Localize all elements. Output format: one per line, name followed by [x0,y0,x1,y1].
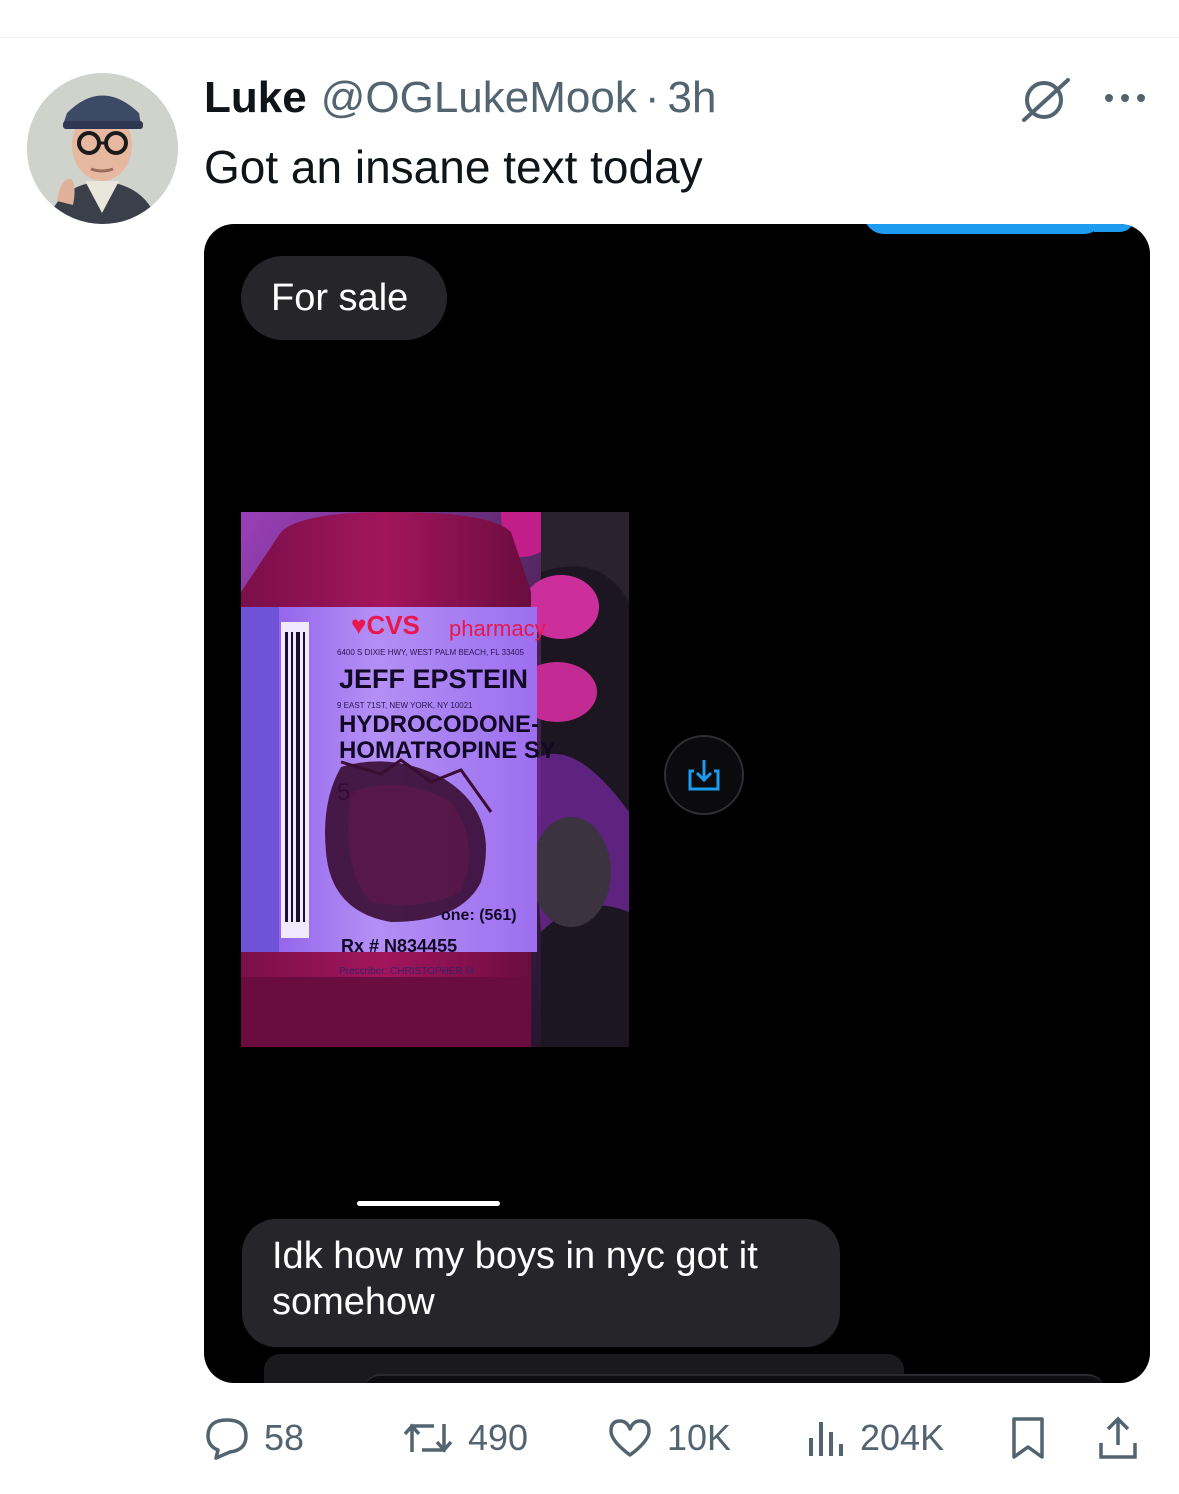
svg-text:Prescriber: CHRISTOPHER M: Prescriber: CHRISTOPHER M [339,966,474,977]
share-icon [1099,1416,1137,1459]
author-handle[interactable]: @OGLukeMook [321,73,637,123]
grok-icon[interactable] [1018,76,1074,122]
bookmark-button[interactable] [1008,1410,1048,1466]
author-avatar[interactable] [27,73,178,224]
message-bubble-idk: Idk how my boys in nyc got it somehow [242,1219,840,1347]
reply-icon [206,1418,248,1460]
views-button[interactable]: 204K [806,1410,944,1466]
share-button[interactable] [1096,1410,1140,1466]
like-count: 10K [667,1417,732,1458]
save-to-device-icon [688,760,720,791]
svg-text:Rx # N834455: Rx # N834455 [341,936,457,956]
svg-text:one: (561): one: (561) [441,907,517,924]
svg-text:pharmacy: pharmacy [449,616,546,641]
attached-photo-bottle: ♥CVS pharmacy 6400 S DIXIE HWY, WEST PAL… [241,512,629,1047]
views-count: 204K [860,1417,945,1458]
like-icon [609,1419,651,1457]
svg-text:JEFF EPSTEIN: JEFF EPSTEIN [339,664,528,694]
repost-button[interactable]: 490 [402,1410,528,1466]
reply-button[interactable]: 58 [204,1410,304,1466]
svg-text:9 EAST 71ST, NEW YORK, NY 1002: 9 EAST 71ST, NEW YORK, NY 10021 [337,701,473,710]
more-icon[interactable] [1102,88,1148,108]
tweet-media[interactable]: For sale ♥CVS pharmacy 6400 S DIXIE HWY,… [204,224,1150,1383]
save-to-device-button[interactable] [664,735,744,815]
svg-text:HYDROCODONE-: HYDROCODONE- [339,711,539,738]
like-button[interactable]: 10K [607,1410,731,1466]
svg-text:♥CVS: ♥CVS [351,610,420,640]
views-icon [809,1422,843,1456]
message-bubble-for-sale: For sale [241,256,448,340]
sent-message-bubble-partial [864,224,1104,234]
tweet-header: Luke @OGLukeMook · 3h [204,72,716,124]
keyboard-edge [364,1374,1104,1383]
tweet-actions: 58 490 10K 204K [0,1410,1179,1466]
tweet-timestamp[interactable]: 3h [667,73,716,123]
repost-count: 490 [468,1417,529,1458]
tweet-text: Got an insane text today [204,141,703,193]
header-separator: · [644,73,660,122]
top-divider [0,37,1179,38]
bookmark-icon [1012,1417,1044,1459]
reply-count: 58 [264,1417,305,1458]
svg-text:HOMATROPINE SY: HOMATROPINE SY [339,737,556,764]
repost-icon [403,1423,453,1453]
author-name[interactable]: Luke [204,73,307,123]
home-indicator [357,1201,500,1206]
svg-text:6400 S DIXIE HWY, WEST PALM BE: 6400 S DIXIE HWY, WEST PALM BEACH, FL 33… [337,648,524,657]
sent-message-tail [1094,224,1134,232]
